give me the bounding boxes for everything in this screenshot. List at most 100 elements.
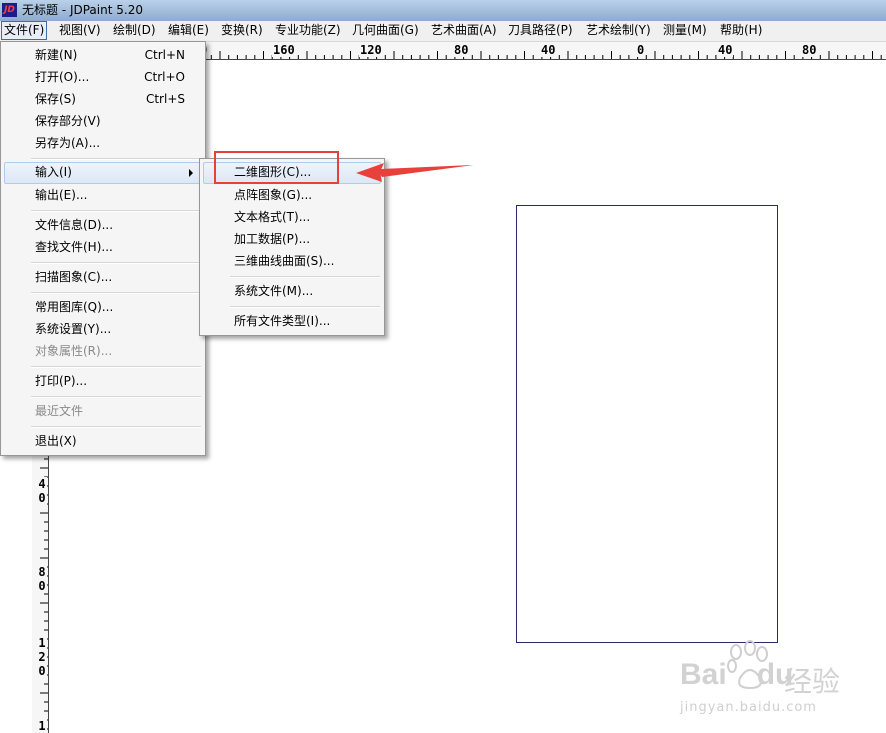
- menu-item-import[interactable]: 输入(I): [35, 162, 185, 183]
- menu-item-label: 打印(P)...: [35, 374, 88, 388]
- ruler-v-digit: 0: [38, 664, 46, 678]
- menu-item-system-settings[interactable]: 系统设置(Y)...: [35, 319, 185, 340]
- menu-item-print[interactable]: 打印(P)...: [35, 371, 185, 392]
- menu-item-object-properties: 对象属性(R)...: [35, 341, 185, 362]
- menu-separator: [31, 366, 201, 368]
- menu-item-shortcut: Ctrl+N: [144, 48, 185, 62]
- ruler-v-digit: 8: [38, 565, 46, 579]
- menu-separator: [31, 396, 201, 398]
- menu-item-label: 另存为(A)...: [35, 136, 101, 150]
- menu-separator: [31, 262, 201, 264]
- menu-item-label: 对象属性(R)...: [35, 344, 113, 358]
- annotation-arrow-icon: [356, 163, 474, 182]
- menu-item-label: 系统设置(Y)...: [35, 322, 112, 336]
- menu-professional[interactable]: 专业功能(Z): [273, 22, 343, 39]
- menu-help[interactable]: 帮助(H): [718, 22, 764, 39]
- menu-item-label: 文本格式(T)...: [234, 210, 311, 224]
- ruler-v-digit: 1: [38, 719, 46, 733]
- ruler-v-label: 1: [37, 719, 47, 733]
- menu-geometric-surface[interactable]: 几何曲面(G): [350, 22, 421, 39]
- ruler-v-digit: 0: [38, 491, 46, 505]
- app-logo-icon: JD: [2, 3, 17, 17]
- menu-item-exit[interactable]: 退出(X): [35, 431, 185, 452]
- annotation-highlight-box: [214, 151, 339, 184]
- watermark-cn: 经验: [784, 665, 841, 698]
- submenu-item-all-file-types[interactable]: 所有文件类型(I)...: [234, 311, 374, 332]
- baidu-watermark: Bai du 经验 jingyan.baidu.com: [676, 638, 876, 718]
- watermark-url: jingyan.baidu.com: [680, 700, 817, 715]
- menu-item-save-part[interactable]: 保存部分(V): [35, 111, 185, 132]
- ruler-v-digit: 4: [38, 477, 46, 491]
- menu-item-label: 退出(X): [35, 434, 77, 448]
- menu-item-label: 所有文件类型(I)...: [234, 314, 331, 328]
- menu-draw[interactable]: 绘制(D): [111, 22, 158, 39]
- ruler-v-digit: 1: [38, 636, 46, 650]
- menu-item-label: 保存部分(V): [35, 114, 101, 128]
- ruler-h-label: 40: [717, 43, 734, 57]
- menu-item-scan-image[interactable]: 扫描图象(C)...: [35, 267, 185, 288]
- ruler-v-digit: 2: [38, 650, 46, 664]
- title-bar: JD 无标题 - JDPaint 5.20: [0, 0, 886, 21]
- menu-edit[interactable]: 编辑(E): [166, 22, 211, 39]
- menu-item-export[interactable]: 输出(E)...: [35, 185, 185, 206]
- menu-item-label: 文件信息(D)...: [35, 218, 114, 232]
- menu-item-shortcut: Ctrl+S: [145, 92, 185, 106]
- menu-measure[interactable]: 测量(M): [661, 22, 709, 39]
- ruler-h-label: 120: [359, 43, 383, 57]
- ruler-v-label: 120: [37, 636, 47, 678]
- menu-separator: [230, 276, 380, 278]
- watermark-brand: Bai: [680, 658, 727, 691]
- menu-item-label: 输入(I): [35, 165, 72, 179]
- ruler-v-label: 40: [37, 477, 47, 505]
- menu-item-label: 输出(E)...: [35, 188, 88, 202]
- submenu-item-system-files[interactable]: 系统文件(M)...: [234, 281, 374, 302]
- ruler-v-label: 80: [37, 565, 47, 593]
- ruler-h-label: 80: [453, 43, 470, 57]
- menu-item-label: 点阵图象(G)...: [234, 188, 313, 202]
- ruler-h-label: 40: [540, 43, 557, 57]
- submenu-item-text-format[interactable]: 文本格式(T)...: [234, 207, 374, 228]
- ruler-h-label: 0: [636, 43, 646, 57]
- menu-item-shortcut: Ctrl+O: [144, 70, 185, 84]
- menu-item-label: 系统文件(M)...: [234, 284, 314, 298]
- menu-separator: [31, 210, 201, 212]
- menu-item-file-info[interactable]: 文件信息(D)...: [35, 215, 185, 236]
- menu-separator: [31, 426, 201, 428]
- menu-item-label: 查找文件(H)...: [35, 240, 113, 254]
- menu-file[interactable]: 文件(F): [1, 21, 48, 40]
- menu-item-label: 加工数据(P)...: [234, 232, 311, 246]
- menu-item-label: 常用图库(Q)...: [35, 300, 114, 314]
- submenu-item-machining-data[interactable]: 加工数据(P)...: [234, 229, 374, 250]
- menu-view[interactable]: 视图(V): [57, 22, 103, 39]
- menu-item-label: 打开(O)...: [35, 70, 90, 84]
- menu-item-label: 保存(S): [35, 92, 76, 106]
- menu-item-save-as[interactable]: 另存为(A)...: [35, 133, 185, 154]
- menu-separator: [31, 158, 201, 160]
- menu-art-surface[interactable]: 艺术曲面(A): [429, 22, 499, 39]
- menu-item-label: 新建(N): [35, 48, 78, 62]
- menu-item-recent-files: 最近文件: [35, 401, 185, 422]
- menu-item-label: 扫描图象(C)...: [35, 270, 113, 284]
- menu-separator: [31, 292, 201, 294]
- menu-item-common-library[interactable]: 常用图库(Q)...: [35, 297, 185, 318]
- menu-bar: 文件(F) 视图(V) 绘制(D) 编辑(E) 变换(R) 专业功能(Z) 几何…: [0, 21, 886, 42]
- menu-item-save[interactable]: 保存(S) Ctrl+S: [35, 89, 185, 110]
- ruler-h-label: 80: [801, 43, 818, 57]
- menu-item-find-file[interactable]: 查找文件(H)...: [35, 237, 185, 258]
- submenu-arrow-icon: [189, 169, 193, 177]
- menu-separator: [230, 306, 380, 308]
- menu-transform[interactable]: 变换(R): [219, 22, 265, 39]
- submenu-item-bitmap-image[interactable]: 点阵图象(G)...: [234, 185, 374, 206]
- window-title: 无标题 - JDPaint 5.20: [22, 3, 143, 17]
- file-menu: 新建(N) Ctrl+N 打开(O)... Ctrl+O 保存(S) Ctrl+…: [0, 41, 206, 456]
- menu-item-label: 三维曲线曲面(S)...: [234, 254, 335, 268]
- menu-item-label: 最近文件: [35, 404, 84, 418]
- submenu-item-3d-curves-surfaces[interactable]: 三维曲线曲面(S)...: [234, 251, 374, 272]
- menu-art-draw[interactable]: 艺术绘制(Y): [584, 22, 653, 39]
- paper-boundary: [516, 205, 778, 643]
- menu-toolpath[interactable]: 刀具路径(P): [506, 22, 575, 39]
- ruler-h-label: 160: [272, 43, 296, 57]
- ruler-v-digit: 0: [38, 579, 46, 593]
- menu-item-open[interactable]: 打开(O)... Ctrl+O: [35, 67, 185, 88]
- menu-item-new[interactable]: 新建(N) Ctrl+N: [35, 45, 185, 66]
